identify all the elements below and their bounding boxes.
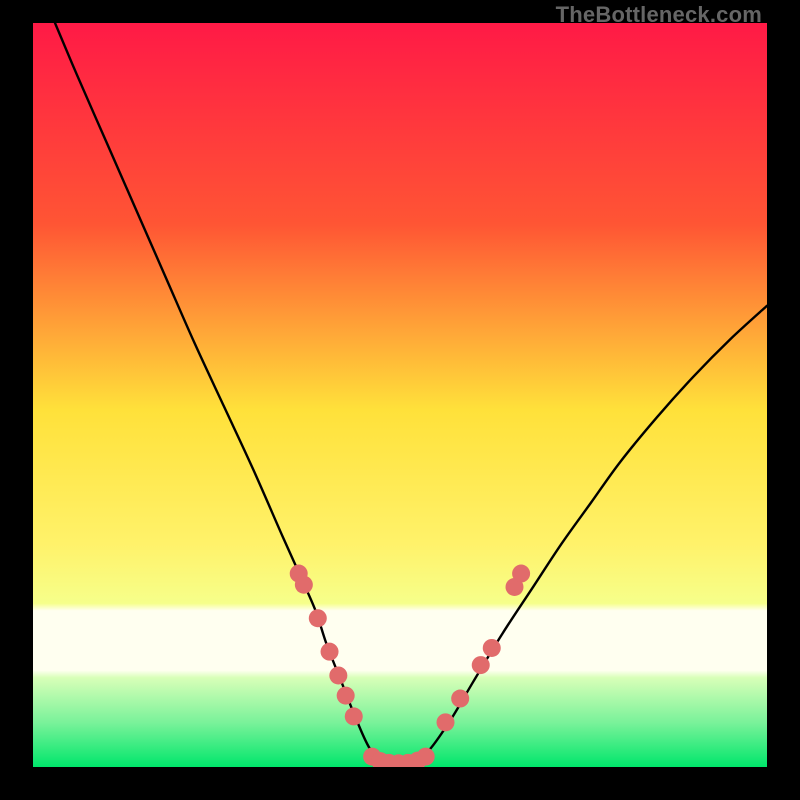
image-frame: TheBottleneck.com <box>0 0 800 800</box>
data-marker <box>337 687 355 705</box>
data-marker <box>512 565 530 583</box>
data-marker <box>295 576 313 594</box>
data-marker <box>437 713 455 731</box>
data-marker <box>309 609 327 627</box>
chart-svg <box>33 23 767 767</box>
plot-area <box>33 23 767 767</box>
data-marker <box>483 639 501 657</box>
data-marker <box>472 656 490 674</box>
data-marker <box>345 707 363 725</box>
gradient-background <box>33 23 767 767</box>
watermark-text: TheBottleneck.com <box>556 2 762 28</box>
data-marker <box>451 690 469 708</box>
data-marker <box>321 643 339 661</box>
data-marker <box>417 748 435 766</box>
data-marker <box>329 666 347 684</box>
